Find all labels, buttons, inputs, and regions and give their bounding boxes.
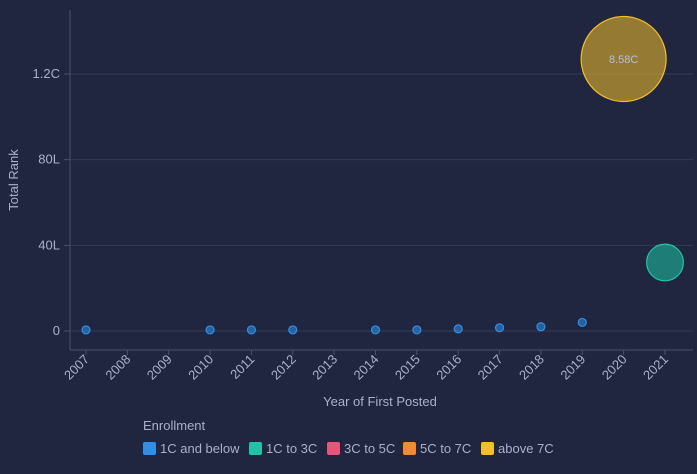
x-tick-label: 2007	[61, 352, 92, 383]
y-tick-label: 1.2C	[33, 66, 60, 81]
x-tick-label: 2009	[144, 352, 175, 383]
legend-swatch	[143, 442, 156, 455]
x-tick-label: 2012	[268, 352, 299, 383]
y-tick-label: 40L	[38, 237, 60, 252]
legend-label[interactable]: 1C to 3C	[266, 441, 317, 456]
legend-items: 1C and below 1C to 3C 3C to 5C 5C to 7C abov…	[143, 441, 554, 456]
chart-svg: 8.58C 0 40L 80L 1.2C 2007 2008 2009 2010 2011 201…	[6, 10, 693, 456]
legend-label[interactable]: 5C to 7C	[420, 441, 471, 456]
data-point[interactable]	[646, 243, 684, 282]
x-tick-label: 2020	[599, 352, 630, 383]
data-point[interactable]	[536, 322, 546, 332]
x-tick-label: 2016	[433, 352, 464, 383]
data-point[interactable]	[81, 325, 91, 335]
legend: Enrollment 1C and below 1C to 3C 3C to 5C 5…	[143, 418, 554, 456]
x-tick-label: 2013	[309, 352, 340, 383]
data-point[interactable]	[494, 323, 505, 333]
bubble-chart: 8.58C 0 40L 80L 1.2C 2007 2008 2009 2010 2011 201…	[0, 0, 697, 469]
data-point[interactable]	[246, 325, 257, 335]
x-tick-label: 2021	[640, 352, 671, 383]
x-tick-label: 2017	[475, 352, 506, 383]
legend-label[interactable]: 1C and below	[160, 441, 240, 456]
x-tick-label: 2019	[557, 352, 588, 383]
data-point[interactable]	[577, 317, 587, 328]
data-point[interactable]	[453, 324, 463, 334]
data-point[interactable]	[370, 325, 381, 335]
x-axis-title: Year of First Posted	[323, 394, 437, 409]
legend-label[interactable]: above 7C	[498, 441, 554, 456]
legend-swatch	[249, 442, 262, 455]
gridlines	[70, 73, 693, 332]
data-points: 8.58C	[81, 15, 684, 335]
legend-title: Enrollment	[143, 418, 206, 433]
x-tick-label: 2010	[185, 352, 216, 383]
tick-labels: 0 40L 80L 1.2C 2007 2008 2009 2010 2011 2012 2013 2…	[33, 66, 672, 383]
x-tick-label: 2018	[516, 352, 547, 383]
data-point[interactable]	[205, 325, 215, 335]
legend-swatch	[327, 442, 340, 455]
legend-label[interactable]: 3C to 5C	[344, 441, 395, 456]
legend-swatch	[481, 442, 494, 455]
data-label: 8.58C	[609, 54, 638, 66]
x-tick-label: 2011	[227, 352, 257, 382]
x-tick-label: 2015	[392, 352, 423, 383]
data-point[interactable]	[412, 325, 422, 335]
y-tick-label: 80L	[38, 152, 60, 167]
x-tick-label: 2014	[351, 352, 382, 383]
y-tick-label: 0	[53, 323, 60, 338]
legend-swatch	[403, 442, 416, 455]
y-axis-title: Total Rank	[6, 149, 21, 211]
data-point[interactable]	[288, 325, 298, 335]
x-tick-label: 2008	[102, 352, 133, 383]
